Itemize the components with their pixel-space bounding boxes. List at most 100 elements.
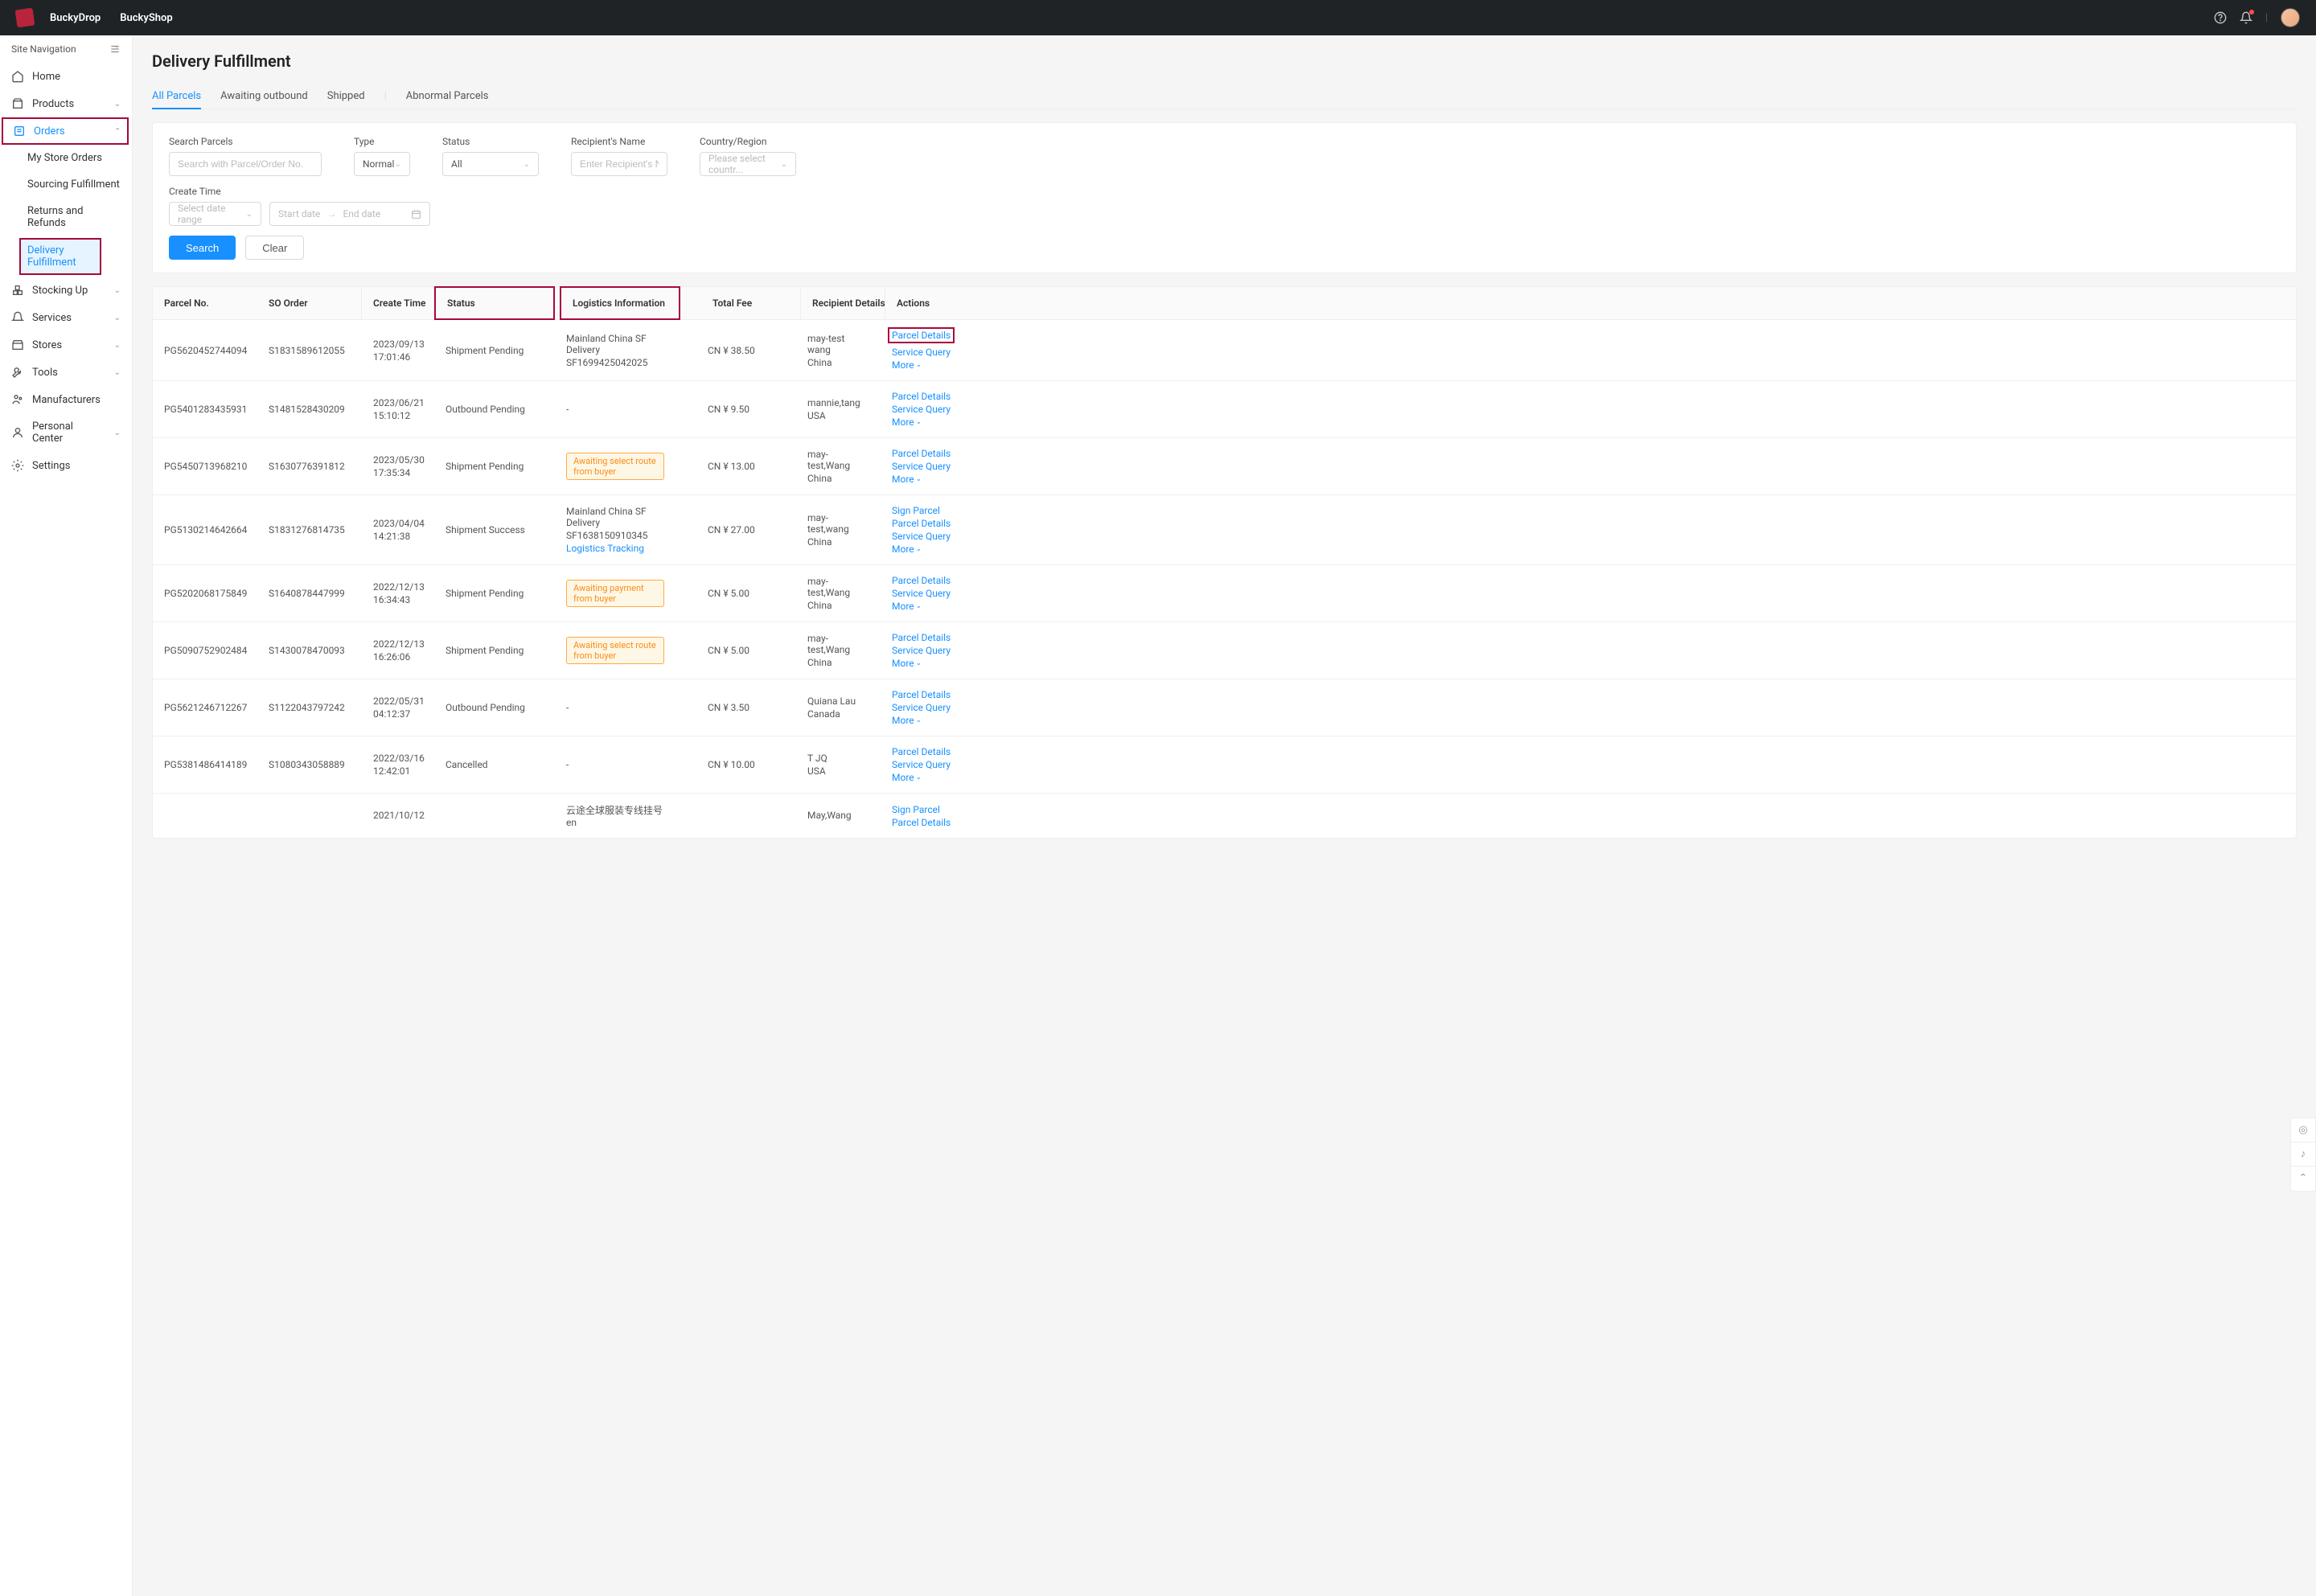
cell-parcel: PG5090752902484 xyxy=(164,645,247,656)
action-link[interactable]: Sign Parcel xyxy=(892,505,958,516)
search-input[interactable] xyxy=(169,152,322,176)
sidebar-item-delivery-fulfillment[interactable]: Delivery Fulfillment xyxy=(19,238,101,275)
action-link[interactable]: Service Query xyxy=(892,645,958,656)
sidebar-item-stocking-up[interactable]: Stocking Up ⌄ xyxy=(0,277,132,304)
chevron-down-icon: ⌄ xyxy=(916,716,922,724)
cell-fee: CN ¥ 5.00 xyxy=(708,588,749,599)
logistics-badge: Awaiting select route from buyer xyxy=(566,453,664,480)
cell-fee: CN ¥ 38.50 xyxy=(708,345,755,356)
action-link[interactable]: Parcel Details xyxy=(892,575,958,586)
sidebar-item-orders[interactable]: Orders xyxy=(2,117,129,145)
chevron-down-icon: ⌄ xyxy=(916,545,922,553)
tab-awaiting-outbound[interactable]: Awaiting outbound xyxy=(220,84,308,109)
action-link[interactable]: Parcel Details xyxy=(892,817,958,828)
sidebar-item-services[interactable]: Services ⌄ xyxy=(0,304,132,331)
cell-so: S1831276814735 xyxy=(269,524,345,535)
headset-icon[interactable]: ♪ xyxy=(2291,1143,2315,1167)
header-link-buckyshop[interactable]: BuckyShop xyxy=(120,12,172,24)
sidebar-item-tools[interactable]: Tools ⌄ xyxy=(0,359,132,386)
more-link[interactable]: More⌄ xyxy=(892,715,958,726)
app-header: BuckyDrop BuckyShop | xyxy=(0,0,2316,35)
action-link[interactable]: Parcel Details xyxy=(892,689,958,700)
sidebar-item-stores[interactable]: Stores ⌄ xyxy=(0,331,132,359)
tab-abnormal-parcels[interactable]: Abnormal Parcels xyxy=(406,84,489,109)
user-avatar[interactable] xyxy=(2281,8,2300,27)
cell-logistics-text: - xyxy=(566,404,664,415)
back-to-top-icon[interactable]: ⌃ xyxy=(2291,1167,2315,1191)
sidebar-item-personal-center[interactable]: Personal Center ⌄ xyxy=(0,413,132,452)
sidebar-item-manufacturers[interactable]: Manufacturers xyxy=(0,386,132,413)
sidebar-item-my-store-orders[interactable]: My Store Orders xyxy=(0,145,132,171)
more-link[interactable]: More⌄ xyxy=(892,474,958,485)
action-link[interactable]: Service Query xyxy=(892,531,958,542)
action-link[interactable]: Parcel Details xyxy=(892,746,958,757)
sidebar-item-returns-refunds[interactable]: Returns and Refunds xyxy=(0,198,132,236)
help-icon[interactable]: ◎ xyxy=(2291,1118,2315,1143)
date-range-select[interactable]: Select date range⌄ xyxy=(169,202,261,226)
filter-label-recipient: Recipient's Name xyxy=(571,136,667,147)
header-link-buckydrop[interactable]: BuckyDrop xyxy=(50,12,101,24)
sidebar-item-label: Services xyxy=(32,312,72,324)
chevron-down-icon: ⌄ xyxy=(916,602,922,610)
country-select[interactable]: Please select countr...⌄ xyxy=(700,152,796,176)
th-actions: Actions xyxy=(897,297,930,309)
chevron-down-icon: ⌄ xyxy=(916,659,922,667)
sidebar-item-label: Sourcing Fulfillment xyxy=(27,178,120,191)
cell-create-line: 2022/12/13 xyxy=(373,581,423,593)
action-link[interactable]: Parcel Details xyxy=(892,632,958,643)
tab-shipped[interactable]: Shipped xyxy=(327,84,365,109)
action-link[interactable]: Service Query xyxy=(892,588,958,599)
action-link[interactable]: Sign Parcel xyxy=(892,804,958,815)
cell-recipient-line: may-test,Wang xyxy=(807,449,869,471)
th-recipient: Recipient Details xyxy=(812,297,885,309)
notification-icon[interactable] xyxy=(2240,11,2252,24)
start-date-placeholder: Start date xyxy=(278,208,320,220)
action-link[interactable]: Service Query xyxy=(892,461,958,472)
action-link[interactable]: Parcel Details xyxy=(888,327,955,343)
cell-recipient-line: China xyxy=(807,473,869,484)
sidebar-item-label: Orders xyxy=(34,125,65,137)
cell-create-line: 2022/05/31 xyxy=(373,695,423,707)
action-link[interactable]: Service Query xyxy=(892,702,958,713)
cell-create-line: 14:21:38 xyxy=(373,531,423,542)
sidebar-item-products[interactable]: Products ⌄ xyxy=(0,90,132,117)
action-link[interactable]: Parcel Details xyxy=(892,518,958,529)
action-link[interactable]: Parcel Details xyxy=(892,391,958,402)
sidebar: Site Navigation Home Products ⌄ Orders ⌄… xyxy=(0,35,133,1596)
sidebar-item-home[interactable]: Home xyxy=(0,63,132,90)
more-link[interactable]: More⌄ xyxy=(892,658,958,669)
more-link[interactable]: More⌄ xyxy=(892,772,958,783)
search-button[interactable]: Search xyxy=(169,236,236,260)
tab-all-parcels[interactable]: All Parcels xyxy=(152,84,201,109)
action-link[interactable]: Service Query xyxy=(892,759,958,770)
cell-so: S1430078470093 xyxy=(269,645,345,656)
status-select[interactable]: All⌄ xyxy=(442,152,539,176)
more-link[interactable]: More⌄ xyxy=(892,359,958,371)
collapse-icon[interactable] xyxy=(109,43,121,55)
recipient-input[interactable] xyxy=(571,152,667,176)
action-link[interactable]: Parcel Details xyxy=(892,448,958,459)
cell-logistics-line: SF1638150910345 xyxy=(566,530,664,541)
cell-status: Outbound Pending xyxy=(446,702,525,713)
bell-icon xyxy=(11,311,24,324)
cell-logistics-line: Mainland China SF Delivery xyxy=(566,506,664,528)
divider: | xyxy=(384,90,387,102)
more-link[interactable]: More⌄ xyxy=(892,416,958,428)
cell-fee: CN ¥ 9.50 xyxy=(708,404,749,415)
clear-button[interactable]: Clear xyxy=(245,236,304,260)
action-link[interactable]: Service Query xyxy=(892,347,958,358)
logistics-tracking-link[interactable]: Logistics Tracking xyxy=(566,543,664,554)
sidebar-item-sourcing-fulfillment[interactable]: Sourcing Fulfillment xyxy=(0,171,132,198)
date-range-picker[interactable]: Start date → End date xyxy=(269,202,430,226)
cell-recipient-line: China xyxy=(807,357,869,368)
stack-icon xyxy=(11,284,24,297)
sidebar-item-label: Personal Center xyxy=(32,421,106,445)
cell-create-line: 12:42:01 xyxy=(373,765,423,777)
action-link[interactable]: Service Query xyxy=(892,404,958,415)
more-link[interactable]: More⌄ xyxy=(892,544,958,555)
help-icon[interactable] xyxy=(2214,11,2227,24)
cell-fee: CN ¥ 5.00 xyxy=(708,645,749,656)
more-link[interactable]: More⌄ xyxy=(892,601,958,612)
sidebar-item-settings[interactable]: Settings xyxy=(0,452,132,479)
type-select[interactable]: Normal⌄ xyxy=(354,152,410,176)
